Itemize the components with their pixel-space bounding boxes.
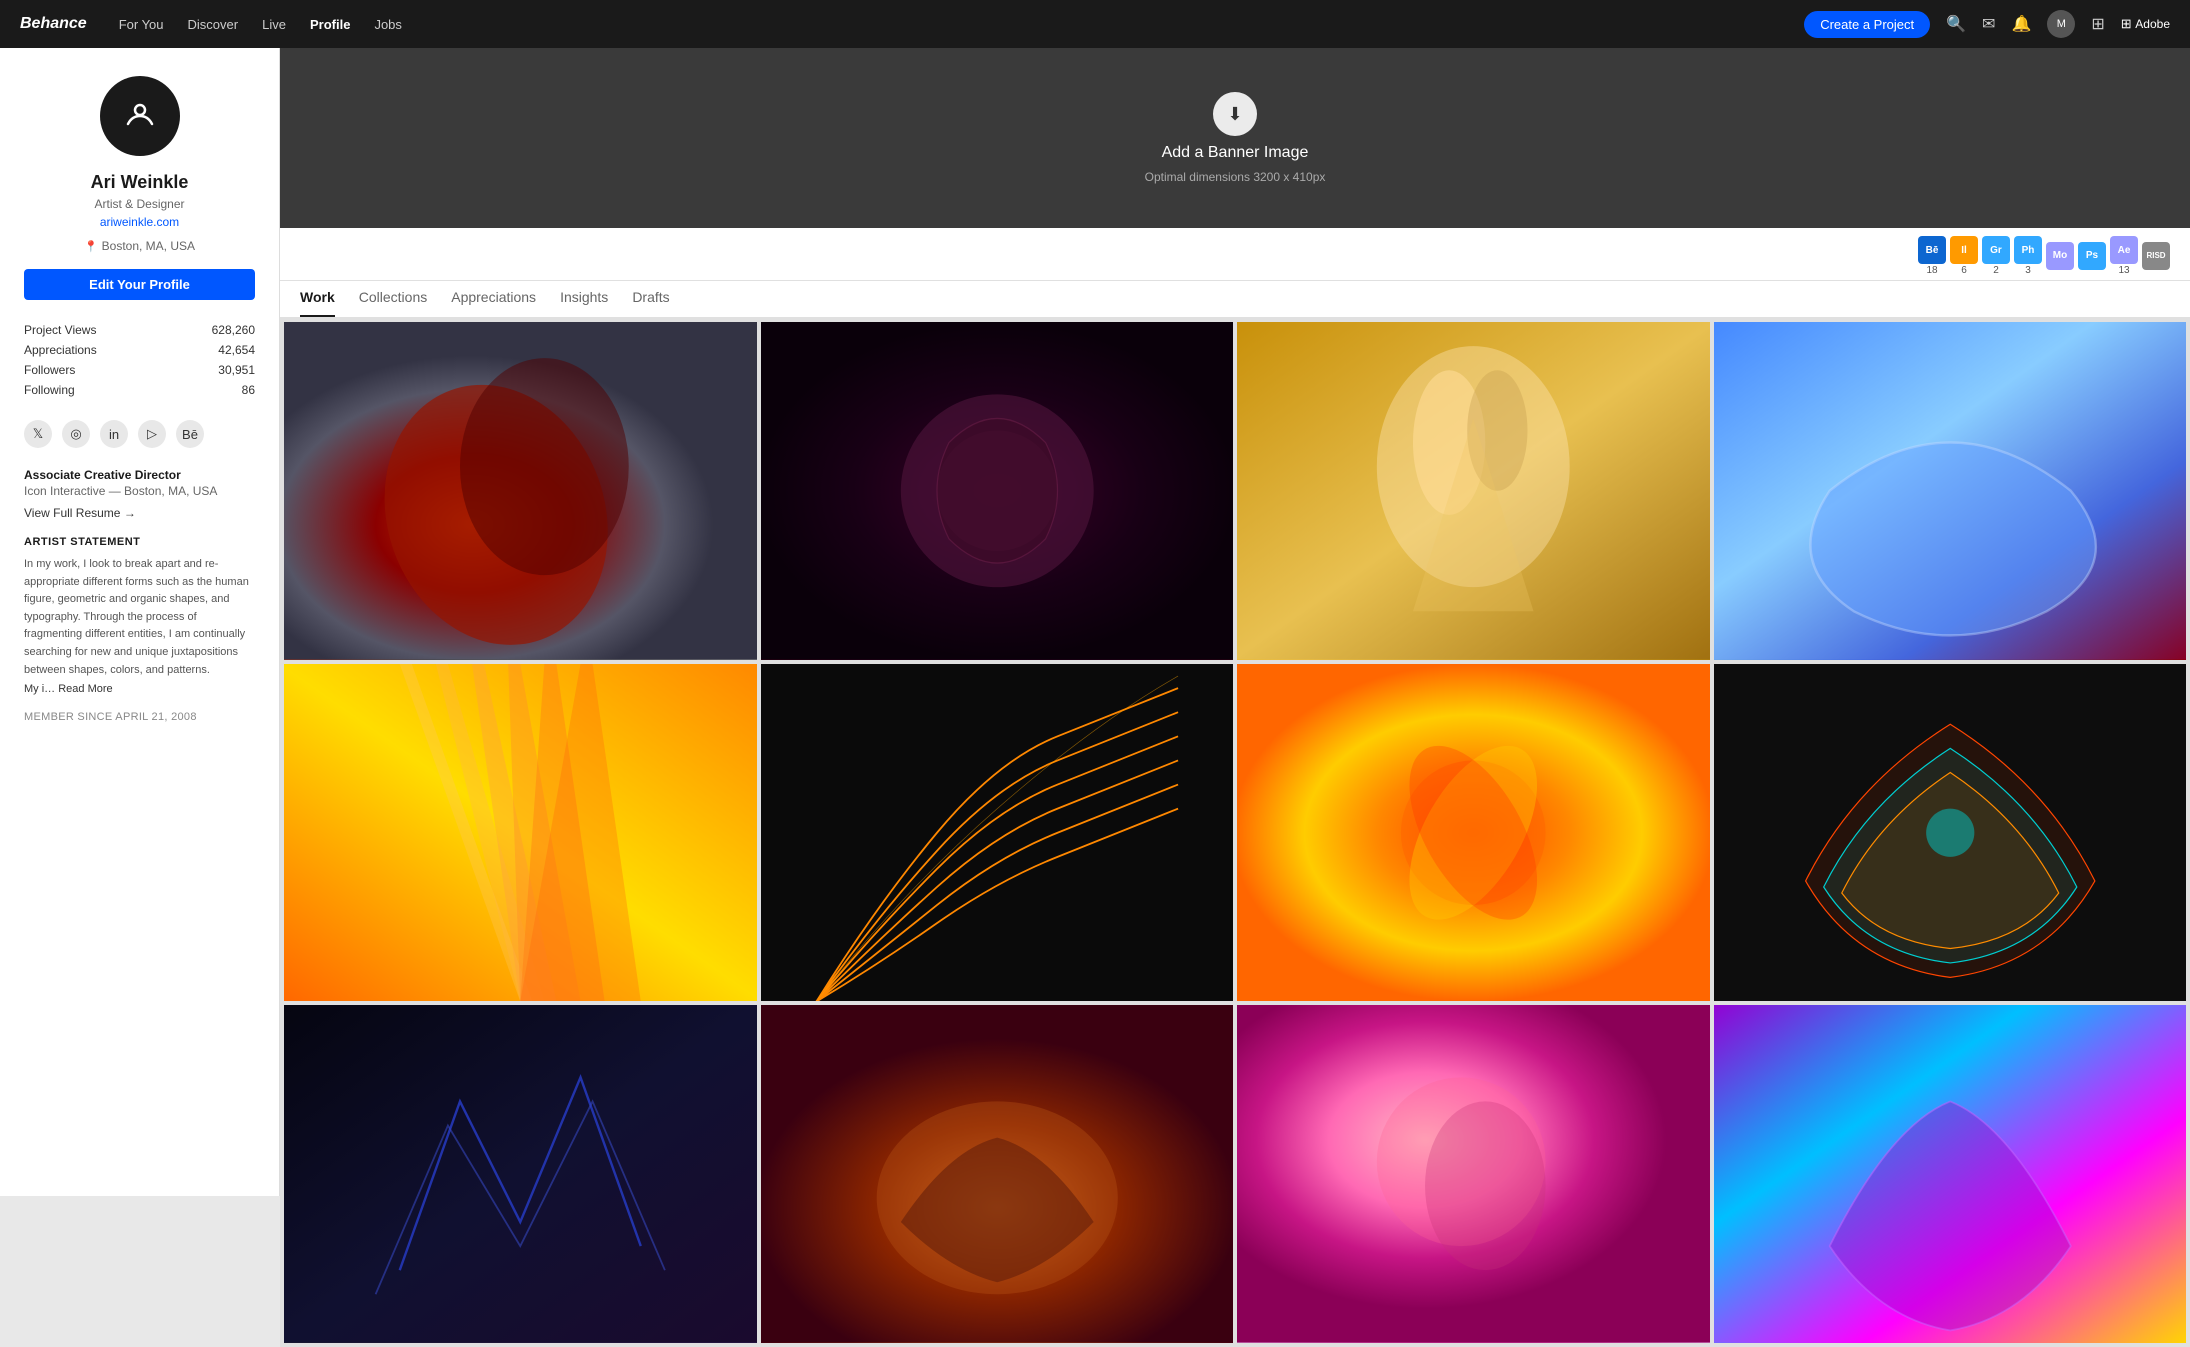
profile-avatar xyxy=(100,76,180,156)
behance-badge-icon: Bē xyxy=(1918,236,1946,264)
stat-appreciations: Appreciations 42,654 xyxy=(24,340,255,360)
edit-profile-button[interactable]: Edit Your Profile xyxy=(24,269,255,300)
project-card[interactable] xyxy=(1237,664,1710,1002)
stat-followers: Followers 30,951 xyxy=(24,360,255,380)
project-card[interactable] xyxy=(1714,322,2187,660)
project-card[interactable] xyxy=(1237,322,1710,660)
page-wrapper: Ari Weinkle Artist & Designer ariweinkle… xyxy=(0,0,2190,1347)
badge-illustrator: Il 6 xyxy=(1950,236,1978,276)
read-more-link[interactable]: My i… Read More xyxy=(24,683,255,695)
vimeo-icon[interactable]: ▷ xyxy=(138,420,166,448)
aftereffects-badge-icon: Ae xyxy=(2110,236,2138,264)
project-card[interactable] xyxy=(284,664,757,1002)
illustrator-badge-icon: Il xyxy=(1950,236,1978,264)
bell-icon[interactable]: 🔔 xyxy=(2011,14,2031,34)
badge-motion: Mo xyxy=(2046,242,2074,271)
banner-title: Add a Banner Image xyxy=(1162,144,1309,162)
badge-photoshop: Ph 3 xyxy=(2014,236,2042,276)
social-icons: 𝕏 ◎ in ▷ Bē xyxy=(24,420,255,448)
main-content: ⬇ Add a Banner Image Optimal dimensions … xyxy=(280,48,2190,1347)
badge-graphics: Gr 2 xyxy=(1982,236,2010,276)
behance-circle-icon[interactable]: Bē xyxy=(176,420,204,448)
stat-following: Following 86 xyxy=(24,380,255,400)
stat-project-views: Project Views 628,260 xyxy=(24,320,255,340)
job-company: Icon Interactive — Boston, MA, USA xyxy=(24,484,255,498)
create-project-button[interactable]: Create a Project xyxy=(1804,11,1930,38)
badge-ps: Ps xyxy=(2078,242,2106,271)
nav-profile[interactable]: Profile xyxy=(310,17,350,32)
badge-risd: RISD xyxy=(2142,242,2170,271)
dribbble-icon[interactable]: ◎ xyxy=(62,420,90,448)
projects-grid xyxy=(280,318,2190,1347)
project-card[interactable] xyxy=(761,322,1234,660)
project-card[interactable] xyxy=(1237,1005,1710,1343)
banner-subtitle: Optimal dimensions 3200 x 410px xyxy=(1145,170,1326,184)
banner-area[interactable]: ⬇ Add a Banner Image Optimal dimensions … xyxy=(280,48,2190,228)
nav-right: Create a Project 🔍 ✉ 🔔 M ⊞ ⊞ Adobe xyxy=(1804,10,2170,38)
project-card[interactable] xyxy=(1714,664,2187,1002)
project-card[interactable] xyxy=(1714,1005,2187,1343)
project-card[interactable] xyxy=(761,1005,1234,1343)
grid-icon[interactable]: ⊞ xyxy=(2091,14,2104,34)
badge-aftereffects: Ae 13 xyxy=(2110,236,2138,276)
ps-badge-icon: Ps xyxy=(2078,242,2106,270)
twitter-icon[interactable]: 𝕏 xyxy=(24,420,52,448)
job-title: Associate Creative Director xyxy=(24,468,255,482)
tab-insights[interactable]: Insights xyxy=(560,289,608,317)
location-pin-icon: 📍 xyxy=(84,240,98,253)
artist-statement-heading: ARTIST STATEMENT xyxy=(24,536,255,548)
site-logo[interactable]: Behance xyxy=(20,15,87,33)
nav-live[interactable]: Live xyxy=(262,17,286,32)
sidebar: Ari Weinkle Artist & Designer ariweinkle… xyxy=(0,48,280,1196)
tab-drafts[interactable]: Drafts xyxy=(632,289,669,317)
profile-website[interactable]: ariweinkle.com xyxy=(24,215,255,229)
profile-location: 📍 Boston, MA, USA xyxy=(24,239,255,253)
profile-header-bar: Bē 18 Il 6 Gr 2 Ph 3 Mo xyxy=(280,228,2190,281)
project-card[interactable] xyxy=(284,322,757,660)
view-resume-link[interactable]: View Full Resume → xyxy=(24,506,255,520)
stats-table: Project Views 628,260 Appreciations 42,6… xyxy=(24,320,255,400)
linkedin-icon[interactable]: in xyxy=(100,420,128,448)
adobe-badges: Bē 18 Il 6 Gr 2 Ph 3 Mo xyxy=(300,228,2170,280)
nav-links: For You Discover Live Profile Jobs xyxy=(119,17,1780,32)
profile-tabs: Work Collections Appreciations Insights … xyxy=(280,281,2190,318)
badge-behance: Bē 18 xyxy=(1918,236,1946,276)
banner-upload-icon: ⬇ xyxy=(1213,92,1257,136)
tab-appreciations[interactable]: Appreciations xyxy=(451,289,536,317)
nav-jobs[interactable]: Jobs xyxy=(374,17,401,32)
graphics-badge-icon: Gr xyxy=(1982,236,2010,264)
project-card[interactable] xyxy=(284,1005,757,1343)
mail-icon[interactable]: ✉ xyxy=(1982,14,1995,34)
motion-badge-icon: Mo xyxy=(2046,242,2074,270)
artist-statement-text: In my work, I look to break apart and re… xyxy=(24,556,255,679)
profile-title: Artist & Designer xyxy=(24,197,255,211)
nav-discover[interactable]: Discover xyxy=(188,17,239,32)
nav-for-you[interactable]: For You xyxy=(119,17,164,32)
tab-work[interactable]: Work xyxy=(300,289,335,317)
search-icon[interactable]: 🔍 xyxy=(1946,14,1966,34)
top-nav: Behance For You Discover Live Profile Jo… xyxy=(0,0,2190,48)
member-since: MEMBER SINCE APRIL 21, 2008 xyxy=(24,711,255,723)
project-card[interactable] xyxy=(761,664,1234,1002)
photoshop-badge-icon: Ph xyxy=(2014,236,2042,264)
tab-collections[interactable]: Collections xyxy=(359,289,427,317)
adobe-logo: ⊞ Adobe xyxy=(2121,16,2170,32)
profile-name: Ari Weinkle xyxy=(24,172,255,193)
avatar-container xyxy=(24,76,255,156)
avatar[interactable]: M xyxy=(2047,10,2075,38)
risd-badge-icon: RISD xyxy=(2142,242,2170,270)
